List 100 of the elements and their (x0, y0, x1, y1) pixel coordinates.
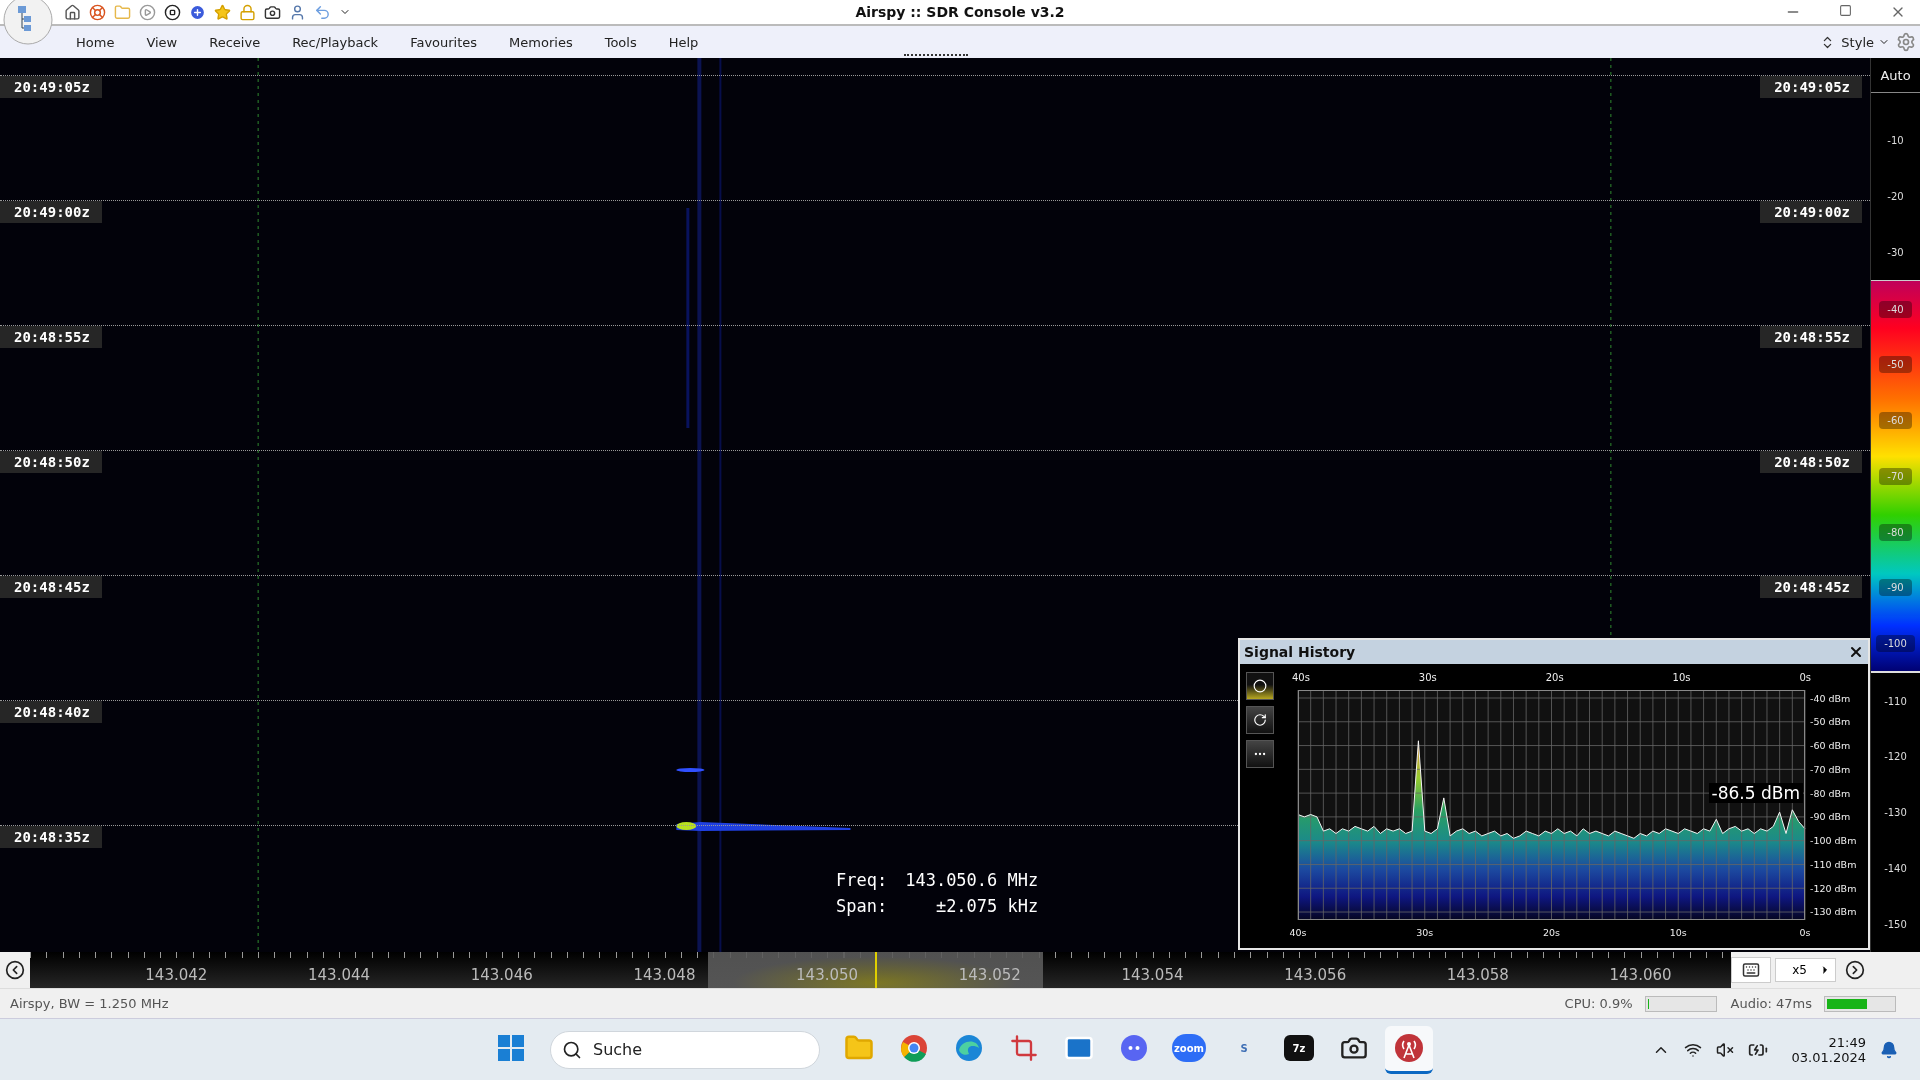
close-button[interactable] (1848, 644, 1864, 660)
fish-app-logo: S (1239, 1041, 1249, 1056)
scale-label: -100 (1876, 634, 1915, 652)
maximize-icon[interactable] (1839, 4, 1852, 17)
panel-tool-button[interactable] (1246, 706, 1274, 734)
lifebuoy-icon[interactable] (89, 3, 106, 21)
readout-value: 143.050.6 MHz (905, 870, 1039, 890)
timestamp-label: 20:49:05z (0, 76, 102, 98)
play-icon[interactable] (139, 3, 156, 21)
timestamp-label: 20:48:50z (0, 451, 102, 473)
muted-speaker-icon[interactable] (1715, 1040, 1734, 1059)
plus-icon[interactable] (189, 3, 206, 21)
timestamp-label: 20:49:00z (0, 201, 102, 223)
scale-label: -60 (1879, 412, 1912, 430)
axis-label: 30s (1418, 672, 1437, 685)
frequency-label: 143.054 (1120, 966, 1185, 984)
axis-label: 0s (1799, 672, 1811, 685)
scale-label: -40 (1879, 300, 1912, 318)
timestamp-label: 20:48:50z (1760, 451, 1862, 473)
signal-reading: -86.5 dBm (1708, 783, 1803, 803)
axis-label: -130 dBm (1810, 906, 1857, 918)
timestamp-label: 20:49:00z (1760, 201, 1862, 223)
readout-value: ±2.075 kHz (934, 896, 1039, 916)
axis-label: 40s (1289, 927, 1307, 938)
frequency-ruler[interactable]: 143.042 143.044 143.046 143.048 143.050 143.052 143.054 143.056 143.058 143.060 (30, 952, 1732, 988)
menu-item[interactable]: View (130, 28, 194, 56)
frequency-label: 143.050 (795, 966, 860, 984)
taskbar-button[interactable]: zoom (1165, 1025, 1213, 1074)
menu-item[interactable]: Tools (588, 28, 653, 56)
stop-icon[interactable] (164, 3, 181, 21)
radio-tower-icon (1394, 1033, 1424, 1063)
circle-icon (1253, 679, 1267, 693)
menu-item[interactable]: Help (652, 28, 715, 56)
clock[interactable]: 21:49 03.01.2024 (1791, 1034, 1866, 1065)
frequency-label: 143.056 (1283, 966, 1348, 984)
axis-label: 10s (1672, 672, 1691, 685)
axis-label: -60 dBm (1810, 740, 1851, 752)
timestamp-label: 20:48:55z (0, 326, 102, 348)
axis-label: 20s (1545, 672, 1564, 685)
axis-label: -40 dBm (1810, 692, 1851, 704)
refresh-icon (1253, 713, 1267, 727)
circle-left-icon (5, 960, 25, 980)
settings-icon[interactable] (1896, 32, 1916, 52)
axis-label: -100 dBm (1810, 835, 1857, 847)
menu-item[interactable]: Favourites (394, 28, 494, 56)
axis-label: -70 dBm (1810, 763, 1851, 775)
axis-label: -50 dBm (1810, 716, 1851, 728)
taskbar-button[interactable]: S (1220, 1025, 1268, 1074)
axis-label: 40s (1292, 672, 1310, 685)
person-icon[interactable] (289, 3, 306, 21)
readout-label: Freq: (836, 870, 888, 890)
taskbar-button[interactable]: 7z (1275, 1025, 1323, 1074)
video-app-logo: zoom (1172, 1034, 1206, 1062)
axis-label: 10s (1669, 927, 1687, 938)
timestamp-label: 20:49:05z (1760, 76, 1862, 98)
circle-right-icon (1845, 960, 1865, 980)
scale-label: -20 (1886, 190, 1905, 205)
browser-icon (900, 1034, 928, 1062)
panel-tool-button[interactable] (1246, 672, 1274, 700)
browser-icon (955, 1034, 983, 1062)
scale-label: -30 (1886, 245, 1905, 260)
archive-app-logo: 7z (1284, 1035, 1314, 1061)
timestamp-label: 20:48:45z (1760, 576, 1862, 598)
frequency-label: 143.042 (144, 966, 209, 984)
home-icon[interactable] (64, 3, 81, 21)
axis-label: 30s (1416, 927, 1434, 938)
menu-item[interactable]: Receive (193, 28, 277, 56)
axis-label: -110 dBm (1810, 858, 1857, 870)
undo-icon[interactable] (314, 3, 331, 21)
timestamp-label: 20:48:35z (0, 826, 102, 848)
zoom-dropdown[interactable]: x5 (1775, 958, 1836, 982)
readout-label: Span: (836, 896, 888, 916)
search-icon (562, 1039, 582, 1060)
camera-icon[interactable] (264, 3, 281, 21)
cpu-label: CPU: 0.9% (1564, 996, 1633, 1011)
keyboard-button[interactable] (1731, 957, 1772, 983)
audio-label: Audio: 47ms (1730, 996, 1812, 1011)
axis-label: -80 dBm (1810, 787, 1851, 799)
axis-label: 0s (1799, 927, 1811, 938)
notification-icon[interactable] (1880, 1040, 1898, 1059)
chat-icon (1120, 1034, 1148, 1062)
scale-label: -50 (1879, 356, 1912, 374)
audio-meter (1824, 995, 1896, 1012)
scale-label: -80 (1879, 523, 1912, 541)
grip-handle[interactable] (904, 54, 968, 56)
star-icon[interactable] (214, 3, 231, 21)
menu-item[interactable]: Home (60, 28, 131, 56)
scale-label: -70 (1879, 467, 1912, 485)
scale-label: -10 (1886, 134, 1905, 149)
menu-item[interactable]: Memories (493, 28, 589, 56)
scale-label: -120 (1883, 750, 1908, 765)
window-title: Airspy :: SDR Console v3.2 (855, 4, 1065, 20)
app-menu-icon[interactable] (2, 0, 54, 46)
search-field[interactable]: Suche (550, 1030, 820, 1069)
menu-item[interactable]: Rec/Playback (276, 28, 395, 56)
axis-label: 20s (1543, 927, 1560, 938)
scale-label: -110 (1883, 694, 1908, 709)
style-menu[interactable]: Style (1841, 34, 1890, 50)
frequency-label: 143.048 (632, 966, 697, 984)
scale-label: -130 (1883, 806, 1908, 821)
